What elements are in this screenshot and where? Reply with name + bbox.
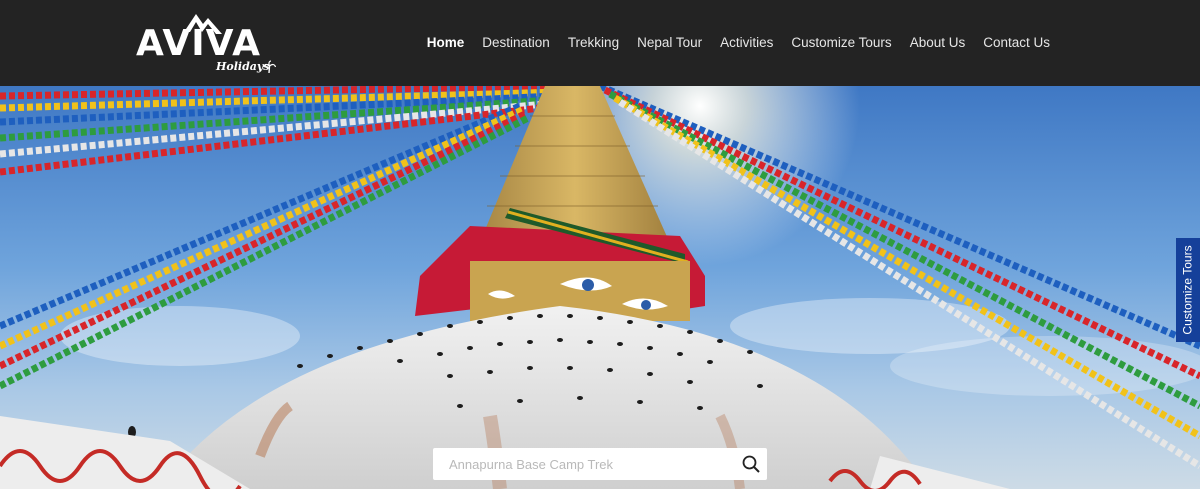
hero-banner	[0, 86, 1200, 489]
search-input[interactable]	[433, 448, 735, 480]
customize-tours-tab[interactable]: Customize Tours	[1176, 238, 1200, 342]
search-button[interactable]	[735, 448, 767, 480]
logo-text: AVIVA	[136, 23, 261, 64]
site-header: AVIVA Holidays Home Destination Trekking…	[0, 0, 1200, 86]
nav-nepal-tour[interactable]: Nepal Tour	[628, 34, 711, 52]
nav-customize-tours[interactable]: Customize Tours	[782, 34, 900, 52]
nav-trekking[interactable]: Trekking	[559, 34, 628, 52]
palm-tree-icon	[262, 60, 276, 74]
search-icon	[742, 455, 760, 473]
main-nav: Home Destination Trekking Nepal Tour Act…	[418, 34, 1059, 52]
nav-home[interactable]: Home	[418, 34, 474, 52]
customize-tours-tab-label: Customize Tours	[1181, 245, 1195, 335]
nav-about-us[interactable]: About Us	[901, 34, 975, 52]
hero-image	[0, 86, 1200, 489]
nav-destination[interactable]: Destination	[473, 34, 559, 52]
nav-contact-us[interactable]: Contact Us	[974, 34, 1059, 52]
logo[interactable]: AVIVA Holidays	[136, 10, 276, 76]
nav-activities[interactable]: Activities	[711, 34, 782, 52]
search-box	[433, 448, 767, 480]
